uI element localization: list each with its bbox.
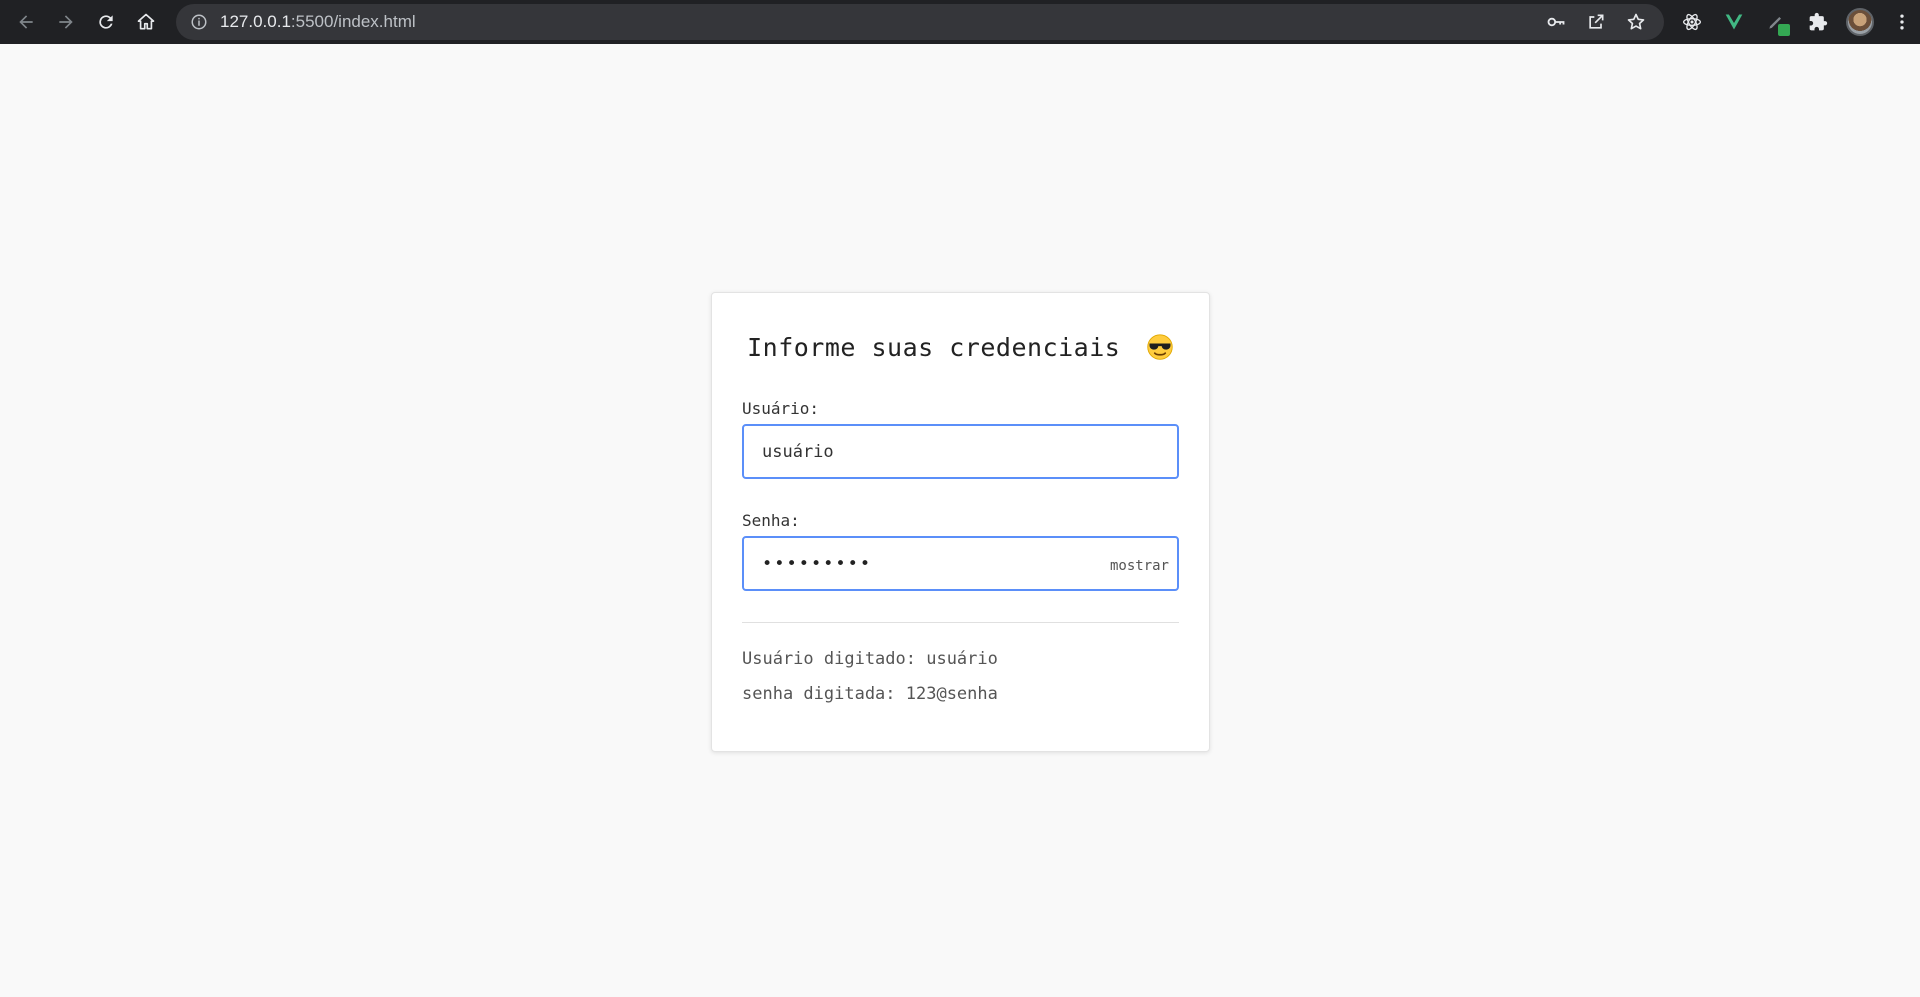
vue-devtools-button[interactable]: [1714, 4, 1754, 40]
forward-button[interactable]: [46, 2, 86, 42]
puzzle-icon: [1809, 12, 1828, 31]
url-text: 127.0.0.1:5500/index.html: [220, 12, 416, 32]
menu-button[interactable]: [1882, 4, 1920, 40]
profile-button[interactable]: [1840, 4, 1880, 40]
share-icon: [1589, 14, 1604, 29]
extensions-button[interactable]: [1798, 4, 1838, 40]
url-host: 127.0.0.1: [220, 12, 291, 31]
star-icon: [1627, 13, 1645, 30]
credentials-card: Informe suas credenciais Usuário: Senha:…: [711, 292, 1210, 752]
password-label: Senha:: [742, 511, 800, 530]
home-icon: [137, 13, 155, 30]
username-label: Usuário:: [742, 399, 820, 418]
arrow-left-icon: [19, 15, 33, 29]
key-icon: [1547, 17, 1565, 27]
home-button[interactable]: [126, 2, 166, 42]
username-input[interactable]: [744, 426, 1177, 477]
vue-icon: [1725, 14, 1743, 30]
typed-username-text: Usuário digitado: usuário: [742, 649, 998, 669]
password-button[interactable]: [1538, 4, 1574, 40]
password-field-wrapper[interactable]: ••••••••• mostrar: [742, 536, 1179, 591]
back-button[interactable]: [6, 2, 46, 42]
arrow-right-icon: [59, 15, 73, 29]
reload-button[interactable]: [86, 2, 126, 42]
reload-icon: [99, 15, 113, 29]
typed-password-text: senha digitada: 123@senha: [742, 684, 998, 704]
page-title: Informe suas credenciais: [747, 333, 1121, 362]
share-button[interactable]: [1578, 4, 1614, 40]
extension-badge: [1778, 24, 1790, 36]
react-devtools-button[interactable]: [1672, 4, 1712, 40]
browser-toolbar: 127.0.0.1:5500/index.html: [0, 0, 1920, 44]
sunglasses-emoji-icon: [1147, 334, 1173, 360]
address-bar[interactable]: 127.0.0.1:5500/index.html: [176, 4, 1664, 40]
url-path: :5500/index.html: [290, 12, 416, 31]
pen-extension-button[interactable]: [1756, 4, 1796, 40]
divider: [742, 622, 1179, 623]
username-field-wrapper: [742, 424, 1179, 479]
react-icon: [1683, 13, 1701, 31]
info-icon[interactable]: [190, 13, 208, 31]
card-heading: Informe suas credenciais: [712, 333, 1209, 362]
show-password-button[interactable]: mostrar: [1110, 558, 1169, 574]
bookmark-button[interactable]: [1618, 4, 1654, 40]
avatar: [1846, 8, 1874, 36]
kebab-menu-icon: [1900, 14, 1904, 30]
